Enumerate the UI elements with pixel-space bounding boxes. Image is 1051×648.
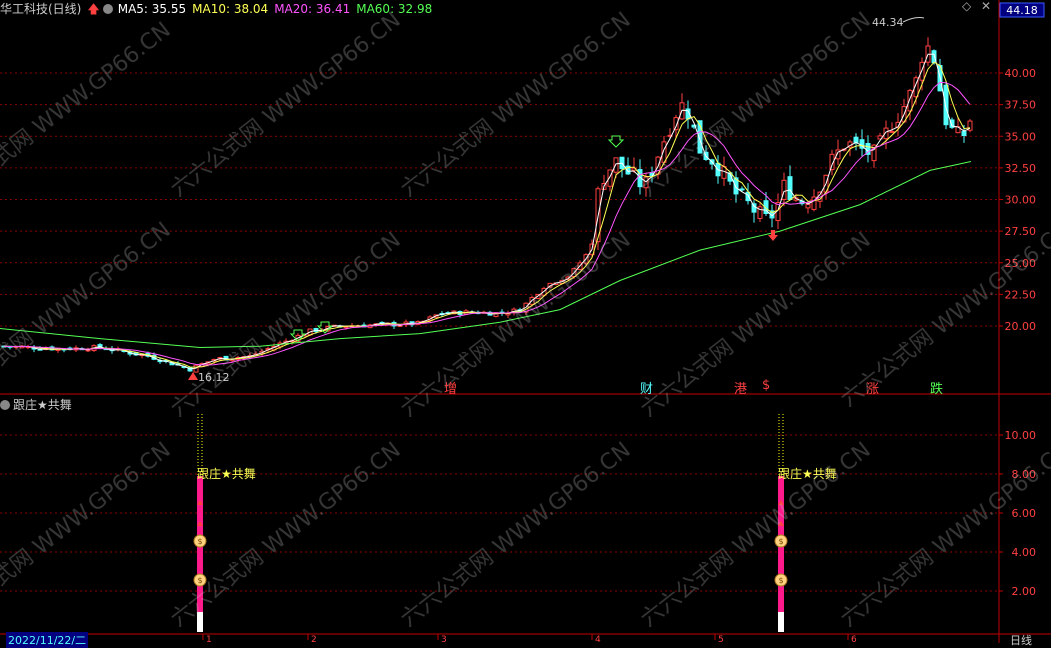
candle-body — [787, 176, 793, 200]
period-label[interactable]: 日线 — [1010, 632, 1032, 648]
price-axis-label: 40.00 — [1005, 67, 1037, 80]
event-mark-zeng[interactable]: 增 — [444, 378, 457, 397]
event-mark-dollar[interactable]: $ — [762, 378, 770, 393]
candle-body — [889, 130, 895, 133]
candle-body — [751, 203, 757, 213]
price-axis-label: 35.00 — [1005, 130, 1037, 143]
month-label: 5 — [718, 635, 724, 643]
month-label: 1 — [206, 635, 212, 643]
signal-label: 跟庄★共舞 — [197, 466, 256, 481]
stock-title[interactable]: 华工科技(日线) — [0, 2, 81, 16]
price-axis-label: 27.50 — [1005, 225, 1037, 238]
close-icon[interactable]: ✕ — [981, 0, 991, 13]
price-axis-label: 20.00 — [1005, 320, 1037, 333]
indicator-header: 跟庄★共舞 — [0, 396, 72, 413]
event-mark-die[interactable]: 跌 — [930, 378, 943, 397]
price-axis-label: 22.50 — [1005, 288, 1037, 301]
candlestick-group — [1, 37, 973, 373]
ma5-label: MA5: 35.55 — [117, 2, 187, 16]
price-axis-label: 37.50 — [1005, 99, 1037, 112]
indicator-axis-label: 2.00 — [1012, 585, 1037, 598]
kline-chart-svg[interactable]: 40.0037.5035.0032.5030.0027.5025.0022.50… — [0, 0, 1051, 645]
money-bag-symbol: $ — [778, 537, 783, 546]
ma60-label: MA60: 32.98 — [356, 2, 433, 16]
price-axis-label: 30.00 — [1005, 194, 1037, 207]
signal-bar-base — [778, 612, 784, 632]
watermark-text: 六六公式网 WWW.GP66.CN — [396, 228, 635, 422]
candle-body — [907, 89, 913, 112]
candle-body — [961, 131, 967, 137]
current-price-text: 44.18 — [1006, 4, 1038, 17]
indicator-axis-label: 6.00 — [1012, 507, 1037, 520]
watermark-text: 六六公式网 WWW.GP66.CN — [396, 8, 635, 202]
watermark-text: 六六公式网 WWW.GP66.CN — [636, 8, 875, 202]
settings-circle-icon[interactable] — [102, 4, 113, 14]
diamond-icon[interactable]: ◇ — [962, 0, 971, 13]
candle-body — [805, 203, 811, 209]
watermark-text: 六六公式网 WWW.GP66.CN — [836, 438, 1051, 632]
ma20-label: MA20: 36.41 — [274, 2, 351, 16]
money-bag-symbol: $ — [778, 576, 783, 585]
month-label: 6 — [851, 635, 857, 643]
watermark-text: 六六公式网 WWW.GP66.CN — [0, 438, 176, 632]
watermark-text: 六六公式网 WWW.GP66.CN — [636, 438, 875, 632]
down-signal-arrow-icon — [607, 135, 625, 148]
money-bag-symbol: $ — [197, 537, 202, 546]
indicator-axis-label: 10.00 — [1005, 429, 1037, 442]
watermark-text: 六六公式网 WWW.GP66.CN — [166, 8, 405, 202]
chart-window: 40.00 37.50 35.00 32.50 30.00 27.50 25.00 22.50… — [0, 0, 1051, 648]
high-arrow — [902, 17, 925, 23]
ma10-label: MA10: 38.04 — [192, 2, 269, 16]
candle-body — [943, 84, 949, 126]
watermark-text: 六六公式网 WWW.GP66.CN — [0, 218, 176, 412]
month-label: 4 — [595, 635, 601, 643]
watermark-text: 六六公式网 WWW.GP66.CN — [0, 18, 176, 212]
chart-header: 华工科技(日线) 🡅 MA5: 35.55 MA10: 38.04 MA20: 36.4… — [0, 0, 438, 16]
high-price-label: 44.34 — [872, 16, 904, 29]
price-axis-label: 32.50 — [1005, 162, 1037, 175]
indicator-settings-icon[interactable] — [0, 400, 10, 410]
indicator-axis-label: 4.00 — [1012, 546, 1037, 559]
watermark-text: 六六公式网 WWW.GP66.CN — [396, 438, 635, 632]
indicator-title[interactable]: 跟庄★共舞 — [13, 398, 72, 412]
ma10-line — [3, 61, 971, 368]
event-mark-cai[interactable]: 财 — [640, 378, 653, 397]
candle-body — [739, 188, 745, 191]
event-mark-zhang[interactable]: 涨 — [866, 378, 879, 397]
month-label: 3 — [441, 635, 447, 643]
date-label: 2022/11/22/二 — [6, 632, 89, 648]
up-arrow-icon: 🡅 — [87, 2, 100, 16]
month-label: 2 — [311, 635, 317, 643]
ma5-line — [3, 53, 971, 370]
event-mark-gang[interactable]: 港 — [734, 378, 747, 397]
